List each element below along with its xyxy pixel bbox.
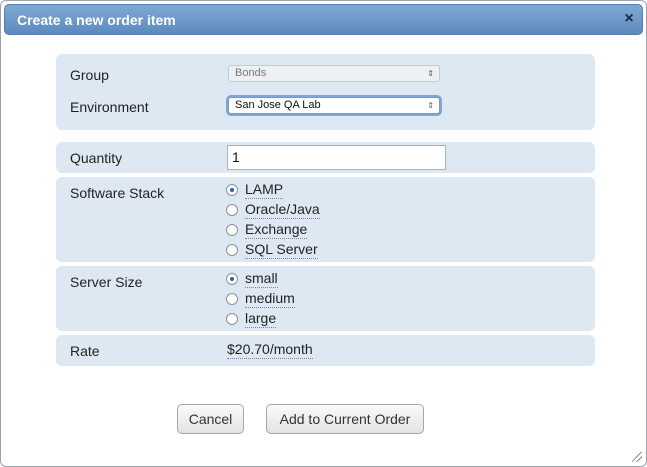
radio-button[interactable]	[226, 244, 238, 256]
radio-button[interactable]	[226, 204, 238, 216]
size-option-small[interactable]: small	[226, 269, 278, 289]
select-arrows-icon: ⇕	[427, 69, 434, 78]
quantity-label: Quantity	[70, 150, 123, 166]
group-environment-panel: Group Bonds ⇕ Environment San Jose QA La…	[56, 54, 595, 130]
radio-label[interactable]: medium	[245, 290, 295, 308]
radio-button[interactable]	[226, 273, 238, 285]
dialog-titlebar[interactable]: Create a new order item ×	[4, 4, 643, 35]
software-stack-panel: Software Stack LAMP Oracle/Java Exchange…	[56, 177, 595, 262]
dialog-title: Create a new order item	[17, 12, 176, 28]
radio-button[interactable]	[226, 224, 238, 236]
rate-label: Rate	[70, 343, 100, 359]
server-size-panel: Server Size small medium large	[56, 266, 595, 331]
software-stack-label: Software Stack	[70, 185, 165, 201]
software-option-lamp[interactable]: LAMP	[226, 180, 284, 200]
radio-label[interactable]: Oracle/Java	[245, 201, 320, 219]
select-arrows-icon: ⇕	[427, 101, 434, 110]
software-option-sql-server[interactable]: SQL Server	[226, 240, 318, 260]
close-icon[interactable]: ×	[622, 11, 636, 27]
add-to-current-order-button[interactable]: Add to Current Order	[266, 404, 424, 434]
resize-handle-icon[interactable]	[632, 452, 642, 462]
radio-label[interactable]: large	[245, 310, 277, 328]
software-option-exchange[interactable]: Exchange	[226, 220, 308, 240]
radio-button[interactable]	[226, 184, 238, 196]
quantity-input[interactable]: 1	[227, 145, 446, 170]
environment-select-value: San Jose QA Lab	[235, 99, 321, 111]
radio-label[interactable]: SQL Server	[245, 241, 318, 259]
server-size-label: Server Size	[70, 274, 143, 290]
radio-label[interactable]: small	[245, 270, 278, 288]
software-option-oracle-java[interactable]: Oracle/Java	[226, 200, 320, 220]
rate-panel: Rate $20.70/month	[56, 335, 595, 366]
radio-button[interactable]	[226, 293, 238, 305]
environment-select[interactable]: San Jose QA Lab ⇕	[228, 97, 440, 114]
radio-button[interactable]	[226, 313, 238, 325]
environment-label: Environment	[70, 99, 149, 115]
quantity-panel: Quantity 1	[56, 142, 595, 173]
cancel-button[interactable]: Cancel	[177, 404, 244, 434]
radio-label[interactable]: LAMP	[245, 181, 284, 199]
size-option-medium[interactable]: medium	[226, 289, 295, 309]
group-select[interactable]: Bonds ⇕	[228, 65, 440, 82]
group-label: Group	[70, 67, 109, 83]
radio-label[interactable]: Exchange	[245, 221, 308, 239]
group-select-value: Bonds	[235, 67, 267, 79]
order-item-dialog: Create a new order item × Group Bonds ⇕ …	[0, 0, 647, 467]
rate-value: $20.70/month	[227, 341, 313, 359]
size-option-large[interactable]: large	[226, 309, 277, 329]
